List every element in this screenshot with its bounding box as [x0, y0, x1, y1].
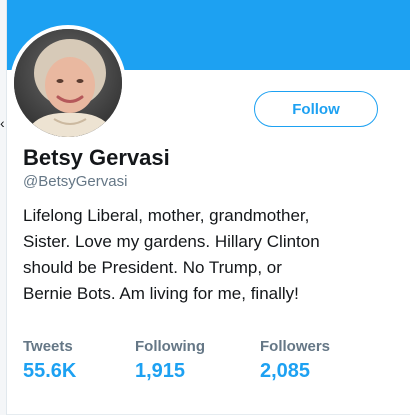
stat-label: Tweets — [23, 338, 73, 355]
profile-card: ‹ Follow Betsy Gervasi @BetsyGervasi Lif… — [0, 0, 410, 415]
avatar[interactable] — [10, 25, 126, 141]
user-handle[interactable]: @BetsyGervasi — [23, 172, 127, 192]
bio-line: Bernie Bots. Am living for me, finally! — [23, 284, 299, 303]
bio-line: Lifelong Liberal, mother, grandmother, — [23, 206, 310, 225]
stat-label: Followers — [260, 338, 331, 355]
follow-button[interactable]: Follow — [254, 91, 378, 127]
stat-value: 2,085 — [260, 360, 311, 382]
stat-following[interactable]: Following 1,915 — [135, 337, 205, 384]
display-name[interactable]: Betsy Gervasi — [23, 145, 170, 171]
bio-line: Sister. Love my gardens. Hillary Clinton — [23, 232, 320, 251]
stat-followers[interactable]: Followers 2,085 — [260, 337, 330, 384]
stat-value: 1,915 — [135, 360, 186, 382]
stat-tweets[interactable]: Tweets 55.6K — [23, 337, 76, 384]
previous-card-edge — [0, 0, 7, 415]
stat-value: 55.6K — [23, 360, 77, 382]
profile-bio: Lifelong Liberal, mother, grandmother, S… — [23, 203, 393, 307]
bio-line: should be President. No Trump, or — [23, 258, 282, 277]
stat-label: Following — [135, 338, 205, 355]
profile-photo-icon — [14, 29, 122, 137]
chevron-left-icon: ‹ — [0, 115, 5, 131]
